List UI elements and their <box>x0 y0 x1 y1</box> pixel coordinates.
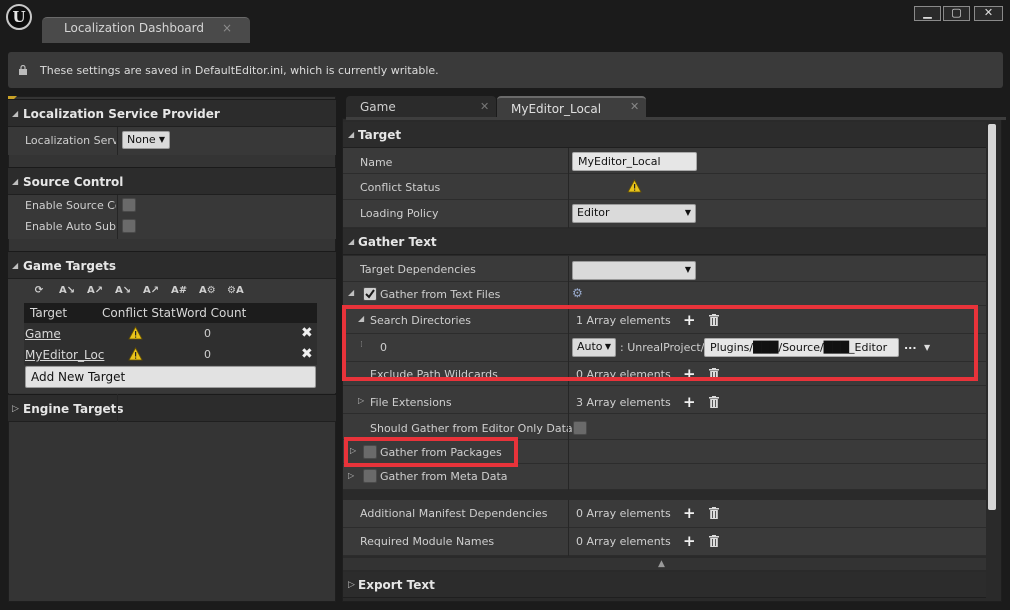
warning-icon <box>128 347 143 361</box>
collapse-arrow-icon: ◢ <box>348 237 355 246</box>
add-element-icon[interactable]: + <box>683 395 696 410</box>
expand-arrow-icon[interactable]: ▷ <box>348 471 354 480</box>
grip-arrow-icon: ▲ <box>658 559 665 569</box>
delete-target-icon[interactable]: ✖ <box>301 346 313 362</box>
section-game-targets[interactable]: ◢ Game Targets <box>8 251 336 279</box>
collapse-arrow-icon[interactable]: ◢ <box>348 288 354 297</box>
collapse-arrow-icon: ◢ <box>348 130 355 139</box>
enable-auto-submit-label: Enable Auto Subm <box>25 220 116 233</box>
section-export-text[interactable]: ▷ Export Text <box>343 572 986 598</box>
column-conflict-status: Conflict Stat <box>102 306 176 320</box>
expand-arrow-icon: ▷ <box>348 580 355 590</box>
section-target[interactable]: ◢ Target <box>343 122 986 148</box>
gather-metadata-label: Gather from Meta Data <box>380 470 508 483</box>
tab-close-icon[interactable]: ✕ <box>480 100 489 113</box>
vertical-scrollbar[interactable] <box>988 124 996 510</box>
section-source-control[interactable]: ◢ Source Control <box>8 167 336 195</box>
spacer <box>343 490 986 500</box>
gears-icon[interactable]: ⚙ <box>572 286 583 300</box>
expand-arrow-icon: ▷ <box>12 404 19 414</box>
name-label: Name <box>360 156 393 169</box>
loading-policy-dropdown[interactable]: Editor ▼ <box>572 204 696 223</box>
manifest-dependencies-label: Additional Manifest Dependencies <box>360 507 548 520</box>
warning-icon <box>627 179 642 193</box>
column-divider <box>117 195 118 239</box>
gather-metadata-checkbox[interactable] <box>363 469 377 483</box>
name-input[interactable]: MyEditor_Local <box>572 152 697 171</box>
highlight-gather-packages <box>344 437 518 467</box>
loading-policy-label: Loading Policy <box>360 207 439 220</box>
column-word-count: Word Count <box>176 306 247 320</box>
localization-service-label: Localization Servi <box>25 134 116 147</box>
collapse-arrow-icon: ◢ <box>12 109 19 118</box>
collapse-arrow-icon: ◢ <box>12 177 19 186</box>
word-count-value: 0 <box>204 348 211 361</box>
section-localization-service-provider[interactable]: ◢ Localization Service Provider <box>8 99 336 127</box>
section-gather-text[interactable]: ◢ Gather Text <box>343 229 986 255</box>
conflict-status-label: Conflict Status <box>360 181 441 194</box>
tab-myeditor-local[interactable]: MyEditor_Local <box>497 96 646 119</box>
warning-icon <box>128 326 143 340</box>
add-element-icon[interactable]: + <box>683 506 696 521</box>
section-engine-targets[interactable]: ▷ Engine Targets <box>8 394 336 422</box>
dropdown-arrow-icon: ▼ <box>684 265 691 274</box>
manifest-dependencies-count: 0 Array elements <box>576 507 671 520</box>
tab-close-icon[interactable]: ✕ <box>630 100 639 113</box>
enable-auto-submit-checkbox[interactable] <box>122 219 136 233</box>
gather-text-icon[interactable]: ⟳ <box>31 285 47 299</box>
file-extensions-label: File Extensions <box>370 396 452 409</box>
column-target: Target <box>30 306 68 320</box>
tab-close-icon[interactable]: × <box>222 21 232 35</box>
required-modules-count: 0 Array elements <box>576 535 671 548</box>
localization-service-dropdown[interactable]: None ▼ <box>122 131 170 149</box>
gather-text-files-label: Gather from Text Files <box>380 288 501 301</box>
info-message: These settings are saved in DefaultEdito… <box>40 64 439 77</box>
export-text-icon[interactable]: A↗ <box>87 285 103 299</box>
column-divider <box>117 127 118 155</box>
tab-title: Localization Dashboard <box>64 21 204 35</box>
expand-arrow-icon[interactable]: ▷ <box>358 396 364 405</box>
trash-icon[interactable] <box>709 396 719 408</box>
column-divider <box>568 148 569 228</box>
export-dialogue-icon[interactable]: A↗ <box>143 285 159 299</box>
count-words-icon[interactable]: A# <box>171 285 187 299</box>
editor-only-data-checkbox[interactable] <box>573 421 587 435</box>
delete-target-icon[interactable]: ✖ <box>301 325 313 341</box>
target-link-myeditor[interactable]: MyEditor_Loc <box>25 348 104 362</box>
compile-text-icon[interactable]: A⚙ <box>199 285 216 299</box>
required-modules-label: Required Module Names <box>360 535 495 548</box>
trash-icon[interactable] <box>709 535 719 547</box>
dropdown-arrow-icon: ▼ <box>158 135 165 144</box>
import-text-icon[interactable]: A↘ <box>59 285 75 299</box>
target-link-game[interactable]: Game <box>25 327 61 341</box>
compile-all-icon[interactable]: ⚙A <box>227 285 244 299</box>
minimize-button[interactable]: ▁ <box>914 6 941 21</box>
tab-underline <box>346 117 1006 120</box>
target-dependencies-dropdown[interactable]: ▼ <box>572 261 696 280</box>
lock-icon <box>19 65 27 75</box>
checkmark-icon <box>365 289 375 299</box>
enable-source-control-label: Enable Source Cor <box>25 199 116 212</box>
import-dialogue-icon[interactable]: A↘ <box>115 285 131 299</box>
add-new-target-button[interactable]: Add New Target <box>25 366 316 388</box>
column-divider <box>568 500 569 556</box>
table-row[interactable] <box>24 323 317 344</box>
close-window-button[interactable]: ✕ <box>974 6 1003 21</box>
gather-text-files-checkbox[interactable] <box>363 287 377 301</box>
target-dependencies-label: Target Dependencies <box>360 263 476 276</box>
dropdown-arrow-icon: ▼ <box>684 208 691 217</box>
add-element-icon[interactable]: + <box>683 534 696 549</box>
editor-only-data-label: Should Gather from Editor Only Data <box>370 422 573 435</box>
unreal-logo-icon: U <box>6 4 32 30</box>
enable-source-control-checkbox[interactable] <box>122 198 136 212</box>
file-extensions-count: 3 Array elements <box>576 396 671 409</box>
highlight-search-directories <box>342 305 978 381</box>
collapse-arrow-icon: ◢ <box>12 261 19 270</box>
maximize-button[interactable]: ▢ <box>943 6 970 21</box>
trash-icon[interactable] <box>709 507 719 519</box>
word-count-value: 0 <box>204 327 211 340</box>
column-divider <box>117 394 118 422</box>
tab-game[interactable]: Game <box>346 96 496 119</box>
